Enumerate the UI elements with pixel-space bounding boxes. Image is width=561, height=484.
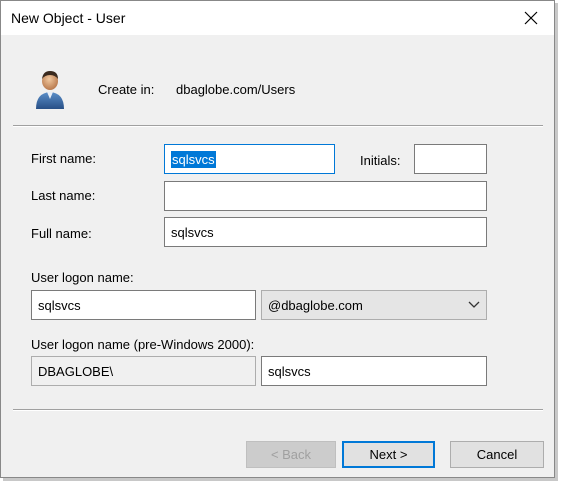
last-name-field[interactable] bbox=[164, 181, 487, 211]
initials-field[interactable] bbox=[414, 144, 487, 174]
full-name-label: Full name: bbox=[31, 226, 92, 241]
first-name-label: First name: bbox=[31, 151, 97, 166]
full-name-field[interactable]: sqlsvcs bbox=[164, 217, 487, 247]
initials-label: Initials: bbox=[360, 153, 401, 168]
user-icon bbox=[36, 71, 64, 109]
last-name-label: Last name: bbox=[31, 188, 96, 203]
close-icon bbox=[524, 11, 538, 25]
create-in-path: dbaglobe.com/Users bbox=[176, 82, 296, 97]
separator-bottom bbox=[13, 409, 543, 411]
pre-windows-2000-label: User logon name (pre-Windows 2000): bbox=[31, 337, 255, 352]
pre-windows-2000-domain-value: DBAGLOBE\ bbox=[38, 363, 114, 379]
next-button[interactable]: Next > bbox=[342, 441, 435, 468]
new-object-user-dialog: New Object - User Create in: dbaglobe.co… bbox=[0, 0, 555, 478]
title-bar[interactable]: New Object - User bbox=[1, 1, 554, 35]
user-logon-name-field[interactable]: sqlsvcs bbox=[31, 290, 256, 320]
user-logon-name-label: User logon name: bbox=[31, 270, 134, 285]
create-in-label: Create in: bbox=[98, 82, 155, 97]
first-name-field[interactable]: sqlsvcs bbox=[164, 144, 335, 174]
pre-windows-2000-logon-value: sqlsvcs bbox=[268, 363, 311, 379]
user-logon-name-value: sqlsvcs bbox=[38, 297, 81, 313]
close-button[interactable] bbox=[508, 1, 554, 35]
pre-windows-2000-domain-field: DBAGLOBE\ bbox=[31, 356, 256, 386]
upn-suffix-dropdown[interactable]: @dbaglobe.com bbox=[261, 290, 487, 320]
chevron-down-icon bbox=[468, 301, 480, 308]
full-name-value: sqlsvcs bbox=[171, 224, 214, 240]
cancel-button[interactable]: Cancel bbox=[450, 441, 544, 468]
back-button[interactable]: < Back bbox=[246, 441, 336, 468]
window-title: New Object - User bbox=[11, 10, 126, 26]
pre-windows-2000-logon-field[interactable]: sqlsvcs bbox=[261, 356, 487, 386]
first-name-value: sqlsvcs bbox=[171, 150, 216, 168]
upn-suffix-value: @dbaglobe.com bbox=[268, 297, 363, 313]
separator-top bbox=[13, 125, 543, 127]
